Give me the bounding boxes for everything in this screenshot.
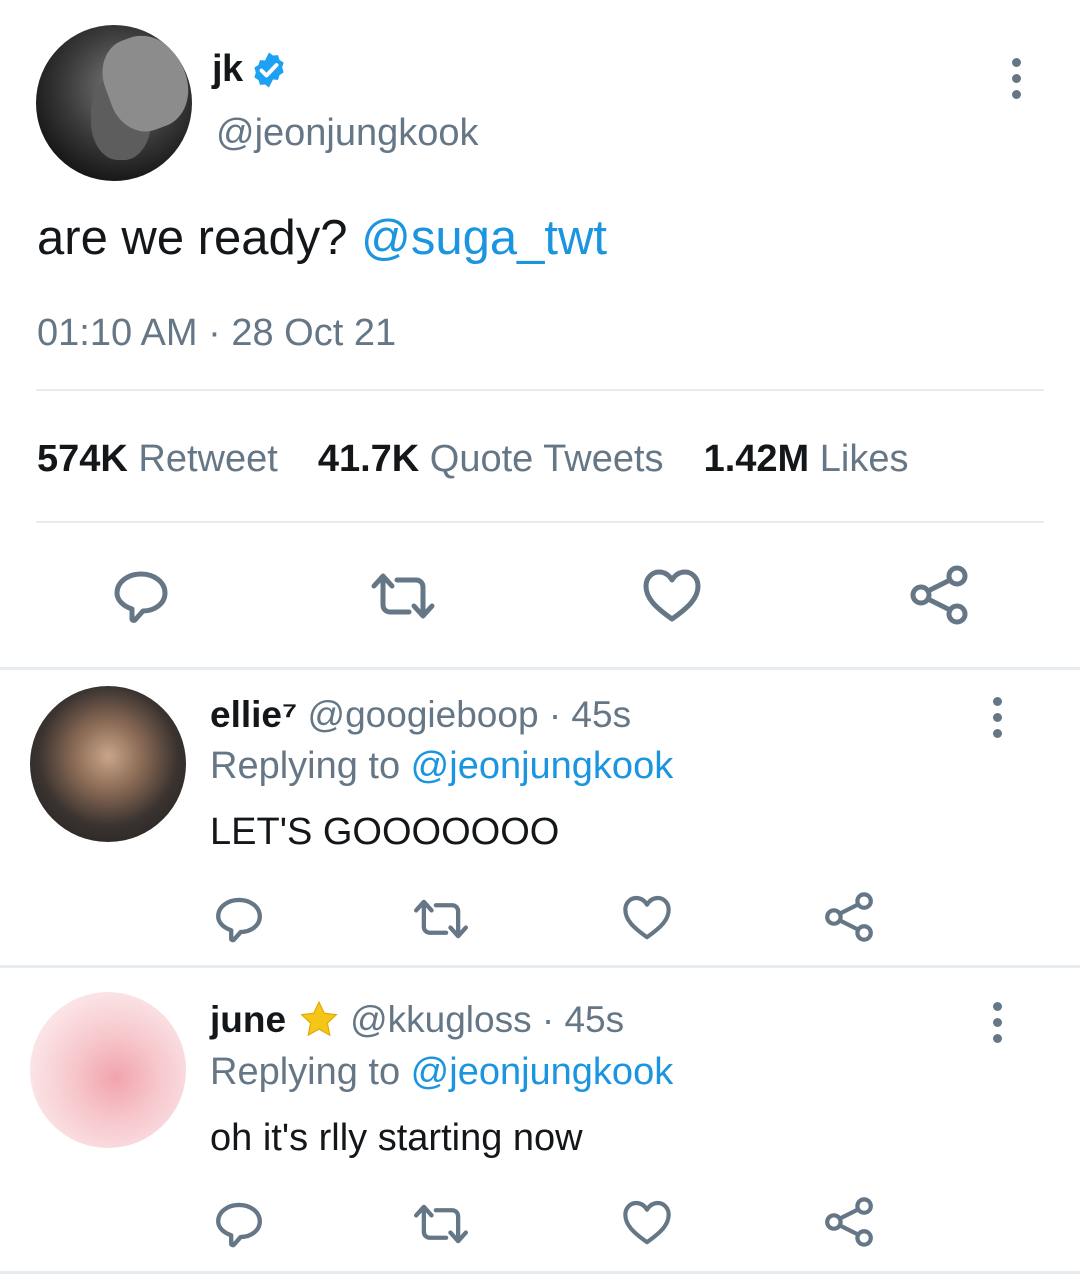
share-icon[interactable] bbox=[823, 1196, 875, 1248]
reply-time: · 45s bbox=[548, 694, 632, 735]
replying-to: Replying to @jeonjungkook bbox=[210, 745, 673, 788]
divider bbox=[36, 389, 1044, 391]
reply-header: ellie⁷ @googieboop · 45s bbox=[210, 694, 631, 736]
more-options-icon[interactable] bbox=[1012, 58, 1021, 99]
author-handle[interactable]: @jeonjungkook bbox=[216, 112, 479, 155]
likes-label: Likes bbox=[819, 438, 909, 480]
tweet-body: are we ready? bbox=[37, 211, 362, 265]
more-options-icon[interactable] bbox=[993, 1002, 1002, 1043]
retweet-icon[interactable] bbox=[368, 566, 438, 626]
reply-text: LET'S GOOOOOOO bbox=[210, 811, 560, 853]
reply-author-handle[interactable]: @googieboop bbox=[308, 694, 539, 736]
more-options-icon[interactable] bbox=[993, 697, 1002, 738]
likes-stat[interactable]: 1.42M Likes bbox=[704, 438, 909, 481]
retweet-icon[interactable] bbox=[411, 893, 471, 945]
reply-avatar[interactable] bbox=[30, 992, 186, 1148]
likes-count: 1.42M bbox=[703, 438, 810, 480]
divider bbox=[36, 521, 1044, 523]
reply-icon[interactable] bbox=[213, 893, 265, 945]
retweets-label: Retweet bbox=[138, 438, 278, 480]
quotes-count: 41.7K bbox=[317, 438, 420, 480]
divider bbox=[0, 965, 1080, 968]
replying-to: Replying to @jeonjungkook bbox=[210, 1051, 673, 1094]
reply-author-handle[interactable]: @kkugloss bbox=[350, 999, 532, 1041]
reply-avatar[interactable] bbox=[30, 686, 186, 842]
mention-link[interactable]: @suga_twt bbox=[361, 211, 607, 265]
reply-time: · 45s bbox=[541, 999, 625, 1040]
tweet-text: are we ready? @suga_twt bbox=[37, 210, 607, 266]
replying-to-link[interactable]: @jeonjungkook bbox=[411, 1051, 674, 1093]
replying-to-label: Replying to bbox=[210, 1051, 411, 1093]
divider bbox=[0, 667, 1080, 670]
divider bbox=[0, 1271, 1080, 1274]
share-icon[interactable] bbox=[823, 891, 875, 943]
like-icon[interactable] bbox=[621, 1198, 673, 1248]
reply-text: oh it's rlly starting now bbox=[210, 1117, 583, 1159]
quotes-stat[interactable]: 41.7K Quote Tweets bbox=[318, 438, 664, 481]
author-name-row[interactable]: jk bbox=[212, 48, 289, 91]
replying-to-label: Replying to bbox=[210, 745, 411, 787]
author-name: jk bbox=[212, 48, 243, 90]
replying-to-link[interactable]: @jeonjungkook bbox=[411, 745, 674, 787]
tweet-stats: 574K Retweet 41.7K Quote Tweets 1.42M Li… bbox=[37, 438, 948, 481]
author-avatar[interactable] bbox=[36, 25, 192, 181]
reply-author-name[interactable]: june bbox=[210, 999, 286, 1041]
like-icon[interactable] bbox=[621, 893, 673, 943]
verified-badge-icon bbox=[254, 52, 284, 87]
reply-author-name[interactable]: ellie⁷ bbox=[210, 694, 297, 736]
star-icon bbox=[300, 1000, 338, 1037]
quotes-label: Quote Tweets bbox=[429, 438, 664, 480]
tweet-timestamp[interactable]: 01:10 AM · 28 Oct 21 bbox=[37, 312, 396, 355]
reply-icon[interactable] bbox=[213, 1198, 265, 1250]
retweets-count: 574K bbox=[37, 438, 128, 480]
reply-icon[interactable] bbox=[111, 566, 171, 626]
retweet-icon[interactable] bbox=[411, 1198, 471, 1250]
reply-header: june @kkugloss · 45s bbox=[210, 998, 624, 1042]
retweets-stat[interactable]: 574K Retweet bbox=[37, 438, 278, 481]
share-icon[interactable] bbox=[908, 564, 970, 626]
like-icon[interactable] bbox=[641, 566, 703, 626]
